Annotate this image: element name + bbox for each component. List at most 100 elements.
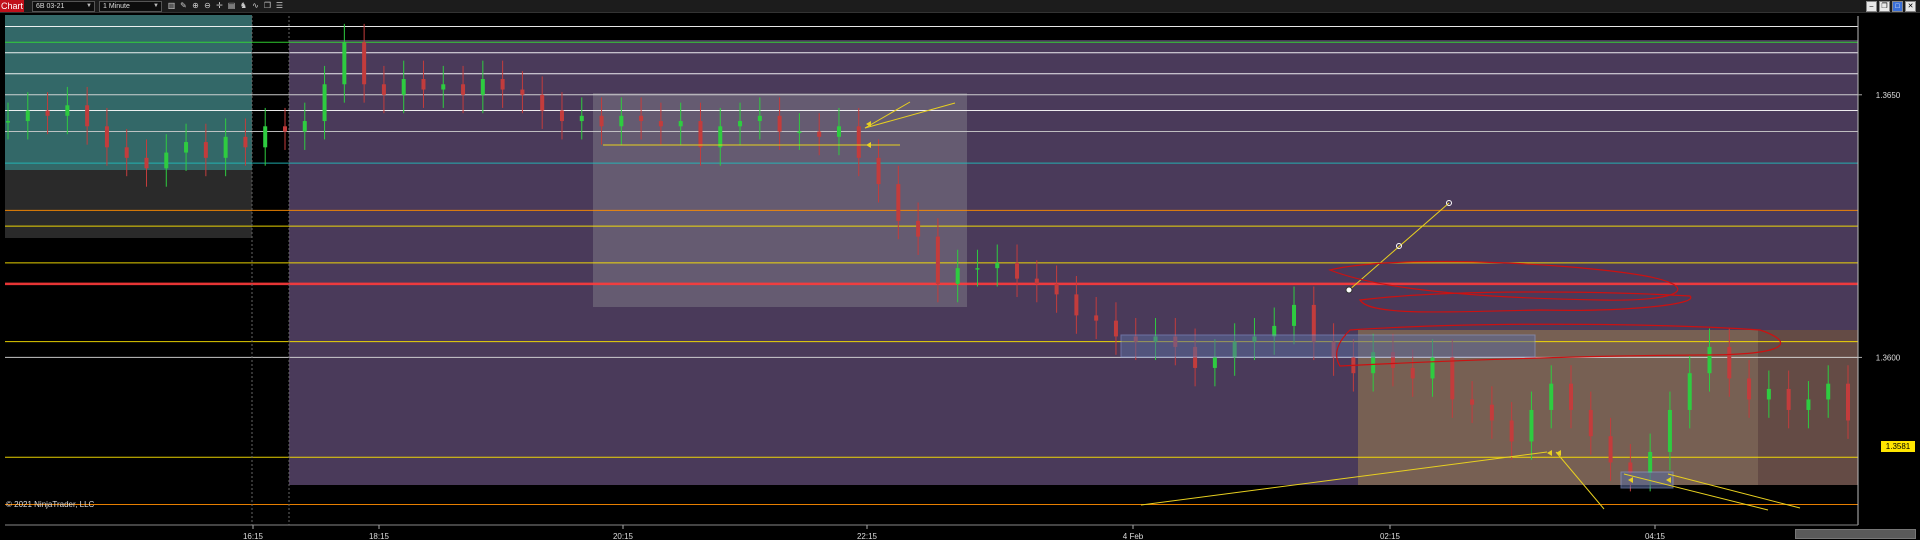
crosshair-icon[interactable]: ✛: [215, 1, 224, 10]
candle-body: [559, 110, 564, 122]
zoom-in-icon[interactable]: ⊕: [191, 1, 200, 10]
x-tick-label: 4 Feb: [1123, 532, 1144, 540]
candle-body: [441, 84, 446, 90]
session-zone: [5, 15, 252, 170]
candle-body: [381, 84, 386, 95]
candle-body: [342, 42, 347, 85]
candle-body: [1707, 346, 1712, 374]
candle-body: [916, 220, 921, 237]
candle-body: [480, 79, 485, 95]
maximize-icon[interactable]: □: [1892, 1, 1903, 12]
candle-body: [144, 157, 149, 169]
chevron-down-icon: ▼: [86, 3, 92, 9]
x-tick-label: 04:15: [1645, 532, 1666, 540]
interval-value: 1 Minute: [103, 3, 130, 10]
x-tick-label: 20:15: [613, 532, 634, 540]
candle-body: [1450, 357, 1455, 400]
candle-body: [718, 126, 723, 148]
toolbar-icons: ▥ ✎ ⊕ ⊖ ✛ ▤ ♞ ∿ ❐ ☰: [167, 1, 284, 11]
candle-body: [856, 126, 861, 158]
candle-body: [876, 157, 881, 185]
candle-body: [579, 115, 584, 122]
candle-body: [935, 236, 940, 284]
candle-body: [1015, 262, 1020, 279]
candle-body: [1094, 315, 1099, 321]
candle-body: [975, 268, 980, 270]
data-box-icon[interactable]: ☰: [275, 1, 284, 10]
pencil-icon[interactable]: ✎: [179, 1, 188, 10]
candle-body: [500, 79, 505, 90]
y-tick-label: 1.3600: [1876, 353, 1901, 362]
candle-body: [1588, 409, 1593, 437]
candle-body: [1054, 283, 1059, 295]
horizontal-scrollbar[interactable]: [1795, 529, 1916, 539]
price-chart[interactable]: 16:15 18:15 20:15 22:15 4 Feb 02:15 04:15 1.365…: [0, 12, 1920, 540]
candle-body: [836, 126, 841, 137]
zoom-out-icon[interactable]: ⊖: [203, 1, 212, 10]
candle-body: [203, 142, 208, 158]
candle-body: [1034, 278, 1039, 284]
candle-body: [777, 115, 782, 132]
session-zone-lower: [5, 170, 252, 238]
properties-icon[interactable]: ▤: [227, 1, 236, 10]
candle-body: [1826, 383, 1831, 400]
candle-body: [1608, 436, 1613, 463]
candle-body: [6, 121, 10, 123]
candle-body: [322, 84, 327, 122]
interval-selector[interactable]: 1 Minute ▼: [99, 1, 162, 12]
candle-body: [1648, 451, 1653, 473]
restore-icon[interactable]: ❐: [1879, 1, 1890, 12]
candle-body: [104, 126, 109, 148]
candle-body: [124, 147, 129, 158]
close-icon[interactable]: ✕: [1905, 1, 1916, 12]
candle-body: [263, 126, 268, 148]
candle-body: [540, 94, 545, 111]
candle-body: [1727, 346, 1732, 379]
candle-body: [164, 152, 169, 169]
supply-box: [1120, 334, 1536, 358]
x-tick-label: 02:15: [1380, 532, 1401, 540]
indicator-icon[interactable]: ∿: [251, 1, 260, 10]
candle-body: [1430, 357, 1435, 379]
candle-body: [678, 121, 683, 127]
candle-body: [282, 126, 287, 132]
x-tick-label: 16:15: [243, 532, 264, 540]
candle-body: [1806, 399, 1811, 410]
candle-body: [1846, 383, 1850, 421]
candle-body: [896, 184, 901, 221]
candle-body: [955, 268, 960, 284]
minimize-icon[interactable]: –: [1866, 1, 1877, 12]
y-tick-label: 1.3650: [1876, 91, 1901, 100]
candle-body: [1628, 462, 1633, 473]
chart-tab[interactable]: Chart: [0, 0, 24, 12]
bar-type-icon[interactable]: ▥: [167, 1, 176, 10]
candle-body: [1766, 388, 1771, 400]
candle-body: [757, 115, 762, 122]
candle-body: [599, 115, 604, 127]
candle-body: [362, 42, 367, 85]
strategy-icon[interactable]: ♞: [239, 1, 248, 10]
candle-body: [1489, 404, 1494, 421]
candle-body: [1113, 320, 1118, 337]
candle-body: [1292, 304, 1297, 326]
candle-body: [223, 136, 228, 158]
candle-body: [1687, 373, 1692, 410]
candle-body: [520, 89, 525, 95]
candle-body: [797, 131, 802, 134]
candle-body: [1786, 388, 1791, 410]
candle-body: [995, 262, 1000, 269]
candle-body: [421, 79, 426, 90]
instrument-selector[interactable]: 6B 03-21 ▼: [32, 1, 95, 12]
candle-body: [184, 142, 189, 153]
instrument-value: 6B 03-21: [36, 3, 65, 10]
candle-body: [25, 110, 30, 122]
candle-body: [65, 105, 70, 116]
copyright-text: © 2021 NinjaTrader, LLC: [6, 500, 95, 509]
candle-body: [1529, 409, 1534, 442]
candle-body: [738, 121, 743, 127]
copy-icon[interactable]: ❐: [263, 1, 272, 10]
candle-body: [1667, 409, 1672, 452]
candle-body: [1410, 367, 1415, 379]
last-price-badge: 1.3581: [1881, 441, 1915, 452]
ray-anchor: [1345, 286, 1353, 294]
